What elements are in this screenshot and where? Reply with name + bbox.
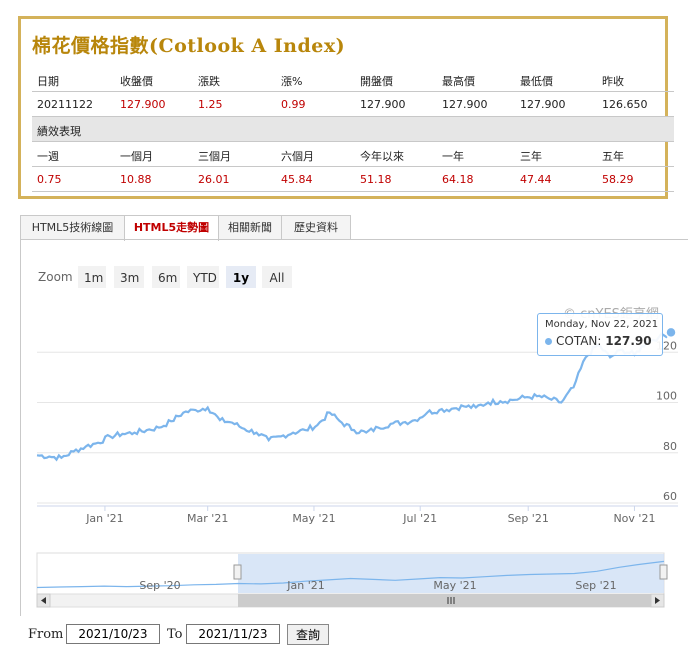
y-tick-label: 60 [663, 490, 677, 503]
navigator-tick-label: Sep '21 [575, 579, 616, 592]
x-tick-label: Jan '21 [85, 512, 123, 525]
tooltip-value: 127.90 [605, 334, 652, 348]
tooltip-date: Monday, Nov 22, 2021 [545, 319, 659, 330]
to-label: To [167, 627, 183, 642]
x-tick-label: May '21 [292, 512, 335, 525]
navigator[interactable]: Sep '20 Jan '21 May '21 Sep '21 [36, 552, 668, 608]
x-axis-labels: Jan '21 Mar '21 May '21 Jul '21 Sep '21 Nov '… [85, 506, 655, 525]
from-label: From [28, 627, 64, 642]
tooltip-series-row: COTAN: 127.90 [545, 334, 652, 348]
y-tick-label: 100 [656, 390, 677, 403]
query-button[interactable]: 查詢 [287, 624, 329, 645]
tooltip-series-name: COTAN [556, 334, 598, 348]
series-dot-icon [545, 338, 552, 345]
navigator-tick-label: Jan '21 [286, 579, 324, 592]
navigator-scrollbar-thumb[interactable] [238, 594, 651, 607]
y-tick-label: 80 [663, 440, 677, 453]
navigator-left-handle[interactable] [233, 564, 242, 580]
navigator-tick-label: Sep '20 [139, 579, 180, 592]
chart-tooltip: Monday, Nov 22, 2021 COTAN: 127.90 [537, 313, 663, 356]
x-tick-label: Jul '21 [402, 512, 437, 525]
x-tick-label: Nov '21 [613, 512, 655, 525]
navigator-right-handle[interactable] [659, 564, 668, 580]
hover-point [665, 326, 677, 339]
x-tick-label: Mar '21 [187, 512, 228, 525]
from-date-input[interactable] [66, 624, 160, 644]
y-axis-labels: 6080100120 [656, 339, 677, 503]
to-date-input[interactable] [186, 624, 280, 644]
x-tick-label: Sep '21 [508, 512, 549, 525]
navigator-tick-label: May '21 [433, 579, 476, 592]
grid-lines [37, 351, 678, 507]
